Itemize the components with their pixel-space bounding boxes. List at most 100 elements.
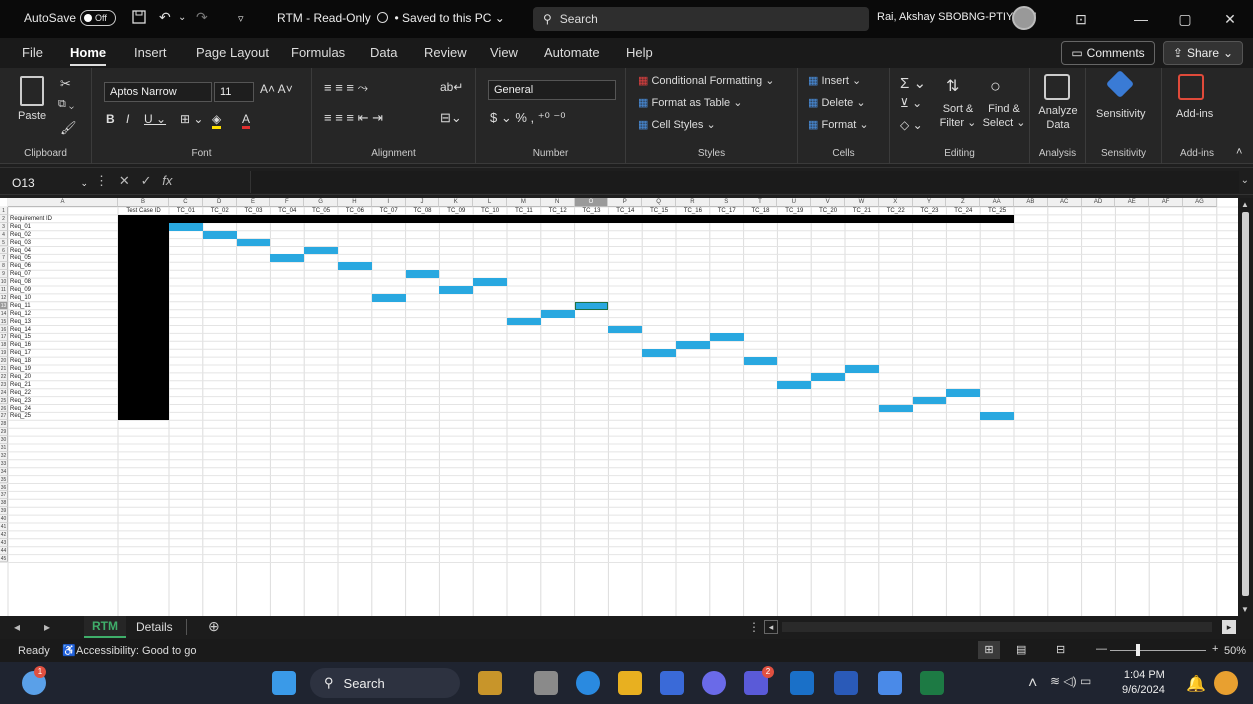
row-header[interactable]: 16 [0, 325, 8, 334]
tab-help[interactable]: Help [626, 45, 653, 60]
column-header[interactable]: AD [1081, 198, 1116, 207]
font-color-icon[interactable]: A [242, 112, 251, 129]
column-header[interactable]: U [777, 198, 812, 207]
row-header[interactable]: 13 [0, 301, 8, 310]
row-header[interactable]: 28 [0, 420, 8, 429]
mapping-cell[interactable] [777, 380, 812, 389]
row-header[interactable]: 17 [0, 333, 8, 342]
currency-icon[interactable]: $ ⌄ % , ⁺⁰ ⁻⁰ [490, 110, 566, 126]
row-header[interactable]: 14 [0, 309, 8, 318]
horizontal-scrollbar[interactable] [782, 622, 1212, 632]
normal-view-icon[interactable]: ⊞ [978, 641, 1000, 659]
row-header[interactable]: 25 [0, 396, 8, 405]
row-header[interactable]: 39 [0, 507, 8, 516]
requirement-cell[interactable]: Req_25 [10, 412, 31, 420]
column-header[interactable]: T [743, 198, 778, 207]
requirement-cell[interactable]: Req_20 [10, 373, 31, 381]
mapping-cell[interactable] [811, 372, 845, 381]
store-icon[interactable] [660, 671, 684, 695]
scroll-down-icon[interactable]: ▼ [1241, 605, 1249, 614]
close-icon[interactable]: ✕ [1215, 6, 1245, 32]
column-header[interactable]: L [473, 198, 507, 207]
mapping-cell[interactable] [439, 286, 474, 294]
row-header[interactable]: 35 [0, 475, 8, 484]
mapping-cell[interactable] [371, 293, 406, 302]
undo-icon[interactable]: ↶ [159, 9, 171, 26]
requirement-cell[interactable]: Req_24 [10, 405, 31, 413]
row-header[interactable]: 26 [0, 404, 8, 413]
column-header[interactable]: F [270, 198, 305, 207]
mapping-cell[interactable] [574, 301, 609, 310]
sheet-tab-details[interactable]: Details [128, 616, 181, 638]
files-icon[interactable] [478, 671, 502, 695]
requirement-cell[interactable]: Req_13 [10, 318, 31, 326]
font-name-select[interactable]: Aptos Narrow [104, 82, 212, 102]
column-header[interactable]: AF [1149, 198, 1183, 207]
underline-icon[interactable]: U ⌄ [144, 112, 166, 126]
column-header[interactable]: P [608, 198, 643, 207]
zoom-slider[interactable] [1110, 650, 1206, 651]
row-header[interactable]: 24 [0, 388, 8, 397]
column-header[interactable]: M [507, 198, 541, 207]
mapping-cell[interactable] [473, 278, 507, 286]
column-header[interactable]: AE [1115, 198, 1150, 207]
network-icon[interactable]: ≋ ◁) ▭ [1050, 674, 1091, 688]
restore-icon[interactable]: ▢ [1170, 6, 1200, 32]
row-header[interactable]: 9 [0, 270, 8, 279]
notification-icon[interactable]: 🔔 [1186, 674, 1206, 694]
row-header[interactable]: 23 [0, 380, 8, 389]
column-header[interactable]: Y [912, 198, 947, 207]
requirement-cell[interactable]: Req_01 [10, 223, 31, 231]
format-painter-icon[interactable]: 🖌 [60, 120, 77, 136]
zoom-level[interactable]: 50% [1224, 645, 1246, 657]
column-header[interactable]: X [878, 198, 913, 207]
worksheet-grid[interactable]: A B C D E F G H I J K L M N O P Q R S T U V W X Y Z AA AB AC AD AE AF AG… [0, 198, 1238, 616]
task-view-icon[interactable] [534, 671, 558, 695]
requirement-cell[interactable]: Req_04 [10, 247, 31, 255]
align-left-icon[interactable]: ≡ ≡ ≡ ⇤ ⇥ [324, 110, 383, 126]
tab-review[interactable]: Review [424, 45, 467, 60]
row-header[interactable]: 3 [0, 222, 8, 231]
name-box[interactable]: O13 ⌄ [8, 173, 88, 193]
fx-icon[interactable]: fx [162, 173, 172, 188]
ribbon-display-icon[interactable]: ⊡ [1066, 6, 1096, 32]
mapping-cell[interactable] [540, 309, 575, 318]
mapping-cell[interactable] [743, 357, 778, 365]
column-header[interactable]: O [574, 198, 609, 207]
row-header[interactable]: 27 [0, 412, 8, 421]
hscroll-right-icon[interactable]: ▸ [1222, 620, 1236, 634]
mapping-cell[interactable] [608, 325, 643, 334]
clock[interactable]: 1:04 PM 9/6/2024 [1122, 668, 1165, 698]
row-header[interactable]: 33 [0, 459, 8, 468]
copy-icon[interactable]: ⧉ ⌄ [58, 98, 74, 111]
tray-chevron-icon[interactable]: ˄ [1028, 675, 1037, 693]
row-header[interactable]: 40 [0, 515, 8, 523]
customize-qat-icon[interactable]: ▿ [238, 12, 244, 25]
row-header[interactable]: 2 [0, 214, 8, 223]
tab-formulas[interactable]: Formulas [291, 45, 345, 60]
row-header[interactable]: 45 [0, 554, 8, 563]
row-header[interactable]: 22 [0, 372, 8, 381]
row-header[interactable]: 19 [0, 349, 8, 358]
row-header[interactable]: 7 [0, 254, 8, 263]
number-format-select[interactable]: General [488, 80, 616, 100]
zoom-in-icon[interactable]: + [1212, 643, 1218, 655]
tab-file[interactable]: File [22, 45, 43, 60]
requirement-cell[interactable]: Req_12 [10, 310, 31, 318]
sensitivity-button[interactable]: Sensitivity [1096, 108, 1146, 120]
mapping-cell[interactable] [507, 317, 541, 326]
minimize-icon[interactable]: — [1126, 6, 1156, 32]
row-header[interactable]: 42 [0, 530, 8, 539]
redo-icon[interactable]: ↷ [196, 9, 208, 26]
row-header[interactable]: 5 [0, 238, 8, 247]
hscroll-left-icon[interactable]: ◂ [764, 620, 778, 634]
requirement-cell[interactable]: Req_07 [10, 270, 31, 278]
tab-home[interactable]: Home [70, 45, 107, 66]
row-header[interactable]: 38 [0, 499, 8, 508]
conditional-formatting-button[interactable]: ▦ Conditional Formatting ⌄ [638, 74, 774, 87]
mapping-cell[interactable] [912, 396, 947, 405]
undo-dropdown-icon[interactable]: ⌄ [178, 12, 186, 23]
file-explorer-icon[interactable] [618, 671, 642, 695]
comments-button[interactable]: ▭ Comments [1061, 41, 1155, 65]
column-header[interactable]: V [811, 198, 845, 207]
